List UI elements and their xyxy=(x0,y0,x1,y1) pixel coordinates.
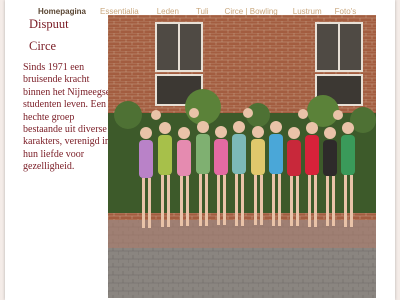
page-title-line2: Circe xyxy=(29,39,57,53)
group-photo xyxy=(108,15,376,298)
page: Homepagina Essentialia Leden Tuli Circe … xyxy=(5,0,395,300)
page-title: Dispuut Circe xyxy=(29,13,104,57)
intro-text: Sinds 1971 een bruisende kracht binnen h… xyxy=(23,62,111,173)
page-title-line1: Dispuut xyxy=(29,17,69,31)
window-right xyxy=(315,22,363,106)
